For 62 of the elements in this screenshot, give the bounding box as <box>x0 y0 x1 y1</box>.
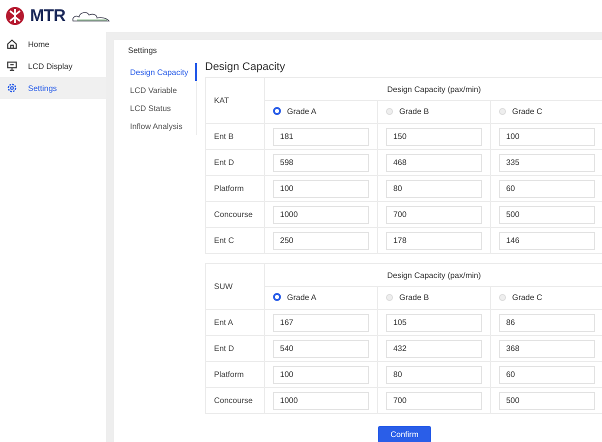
row-label: Concourse <box>214 396 253 405</box>
capacity-input[interactable]: 60 <box>499 180 595 198</box>
capacity-input[interactable]: 432 <box>386 340 482 358</box>
grade-radio[interactable]: Grade C <box>499 293 542 302</box>
capacity-input[interactable]: 1000 <box>273 206 370 224</box>
monitor-icon <box>6 60 18 72</box>
settings-menu-item[interactable]: Inflow Analysis <box>128 117 197 135</box>
grade-radio[interactable]: Grade A <box>273 292 316 302</box>
row-label: Ent A <box>214 318 234 327</box>
capacity-input[interactable]: 540 <box>273 340 370 358</box>
grade-radio[interactable]: Grade B <box>386 293 429 302</box>
capacity-input[interactable]: 368 <box>499 340 595 358</box>
capacity-input[interactable]: 700 <box>386 206 482 224</box>
capacity-input[interactable]: 100 <box>499 128 595 146</box>
section-title: Design Capacity <box>205 60 286 75</box>
logo-text: MTR <box>30 6 66 26</box>
settings-menu-item[interactable]: LCD Variable <box>128 81 197 99</box>
row-label: Ent B <box>214 132 234 141</box>
column-header: Design Capacity (pax/min) <box>387 270 481 280</box>
nav-item[interactable]: Home <box>0 33 106 55</box>
grade-radio[interactable]: Grade C <box>499 107 542 116</box>
nav-item[interactable]: LCD Display <box>0 55 106 77</box>
capacity-input[interactable]: 178 <box>386 232 482 250</box>
nav-item[interactable]: Settings <box>0 77 106 99</box>
capacity-input[interactable]: 150 <box>386 128 482 146</box>
capacity-input[interactable]: 86 <box>499 314 595 332</box>
settings-icon <box>6 82 18 94</box>
capacity-input[interactable]: 167 <box>273 314 370 332</box>
grade-radio[interactable]: Grade B <box>386 107 429 116</box>
home-icon <box>6 38 18 50</box>
capacity-input[interactable]: 60 <box>499 366 595 384</box>
row-label: Platform <box>214 370 244 379</box>
capacity-input[interactable]: 146 <box>499 232 595 250</box>
capacity-input[interactable]: 500 <box>499 206 595 224</box>
cloud-logo-icon <box>71 9 112 23</box>
capacity-input[interactable]: 1000 <box>273 392 370 410</box>
station-label: KAT <box>214 96 229 105</box>
row-label: Ent D <box>214 158 234 167</box>
capacity-input[interactable]: 100 <box>273 180 370 198</box>
settings-menu-item[interactable]: Design Capacity <box>128 63 197 81</box>
column-header: Design Capacity (pax/min) <box>387 84 481 94</box>
capacity-input[interactable]: 80 <box>386 366 482 384</box>
capacity-input[interactable]: 335 <box>499 154 595 172</box>
row-label: Ent D <box>214 344 234 353</box>
capacity-input[interactable]: 500 <box>499 392 595 410</box>
breadcrumb: Settings <box>128 46 158 55</box>
capacity-input[interactable]: 80 <box>386 180 482 198</box>
row-label: Ent C <box>214 236 234 245</box>
capacity-input[interactable]: 250 <box>273 232 370 250</box>
row-label: Concourse <box>214 210 253 219</box>
logo-icon <box>6 7 24 25</box>
station-label: SUW <box>214 282 233 291</box>
capacity-input[interactable]: 700 <box>386 392 482 410</box>
capacity-input[interactable]: 100 <box>273 366 370 384</box>
grade-radio[interactable]: Grade A <box>273 106 316 116</box>
capacity-input[interactable]: 468 <box>386 154 482 172</box>
capacity-input[interactable]: 181 <box>273 128 370 146</box>
row-label: Platform <box>214 184 244 193</box>
capacity-input[interactable]: 598 <box>273 154 370 172</box>
capacity-input[interactable]: 105 <box>386 314 482 332</box>
settings-menu-item[interactable]: LCD Status <box>128 99 197 117</box>
confirm-button[interactable]: Confirm <box>378 426 430 442</box>
